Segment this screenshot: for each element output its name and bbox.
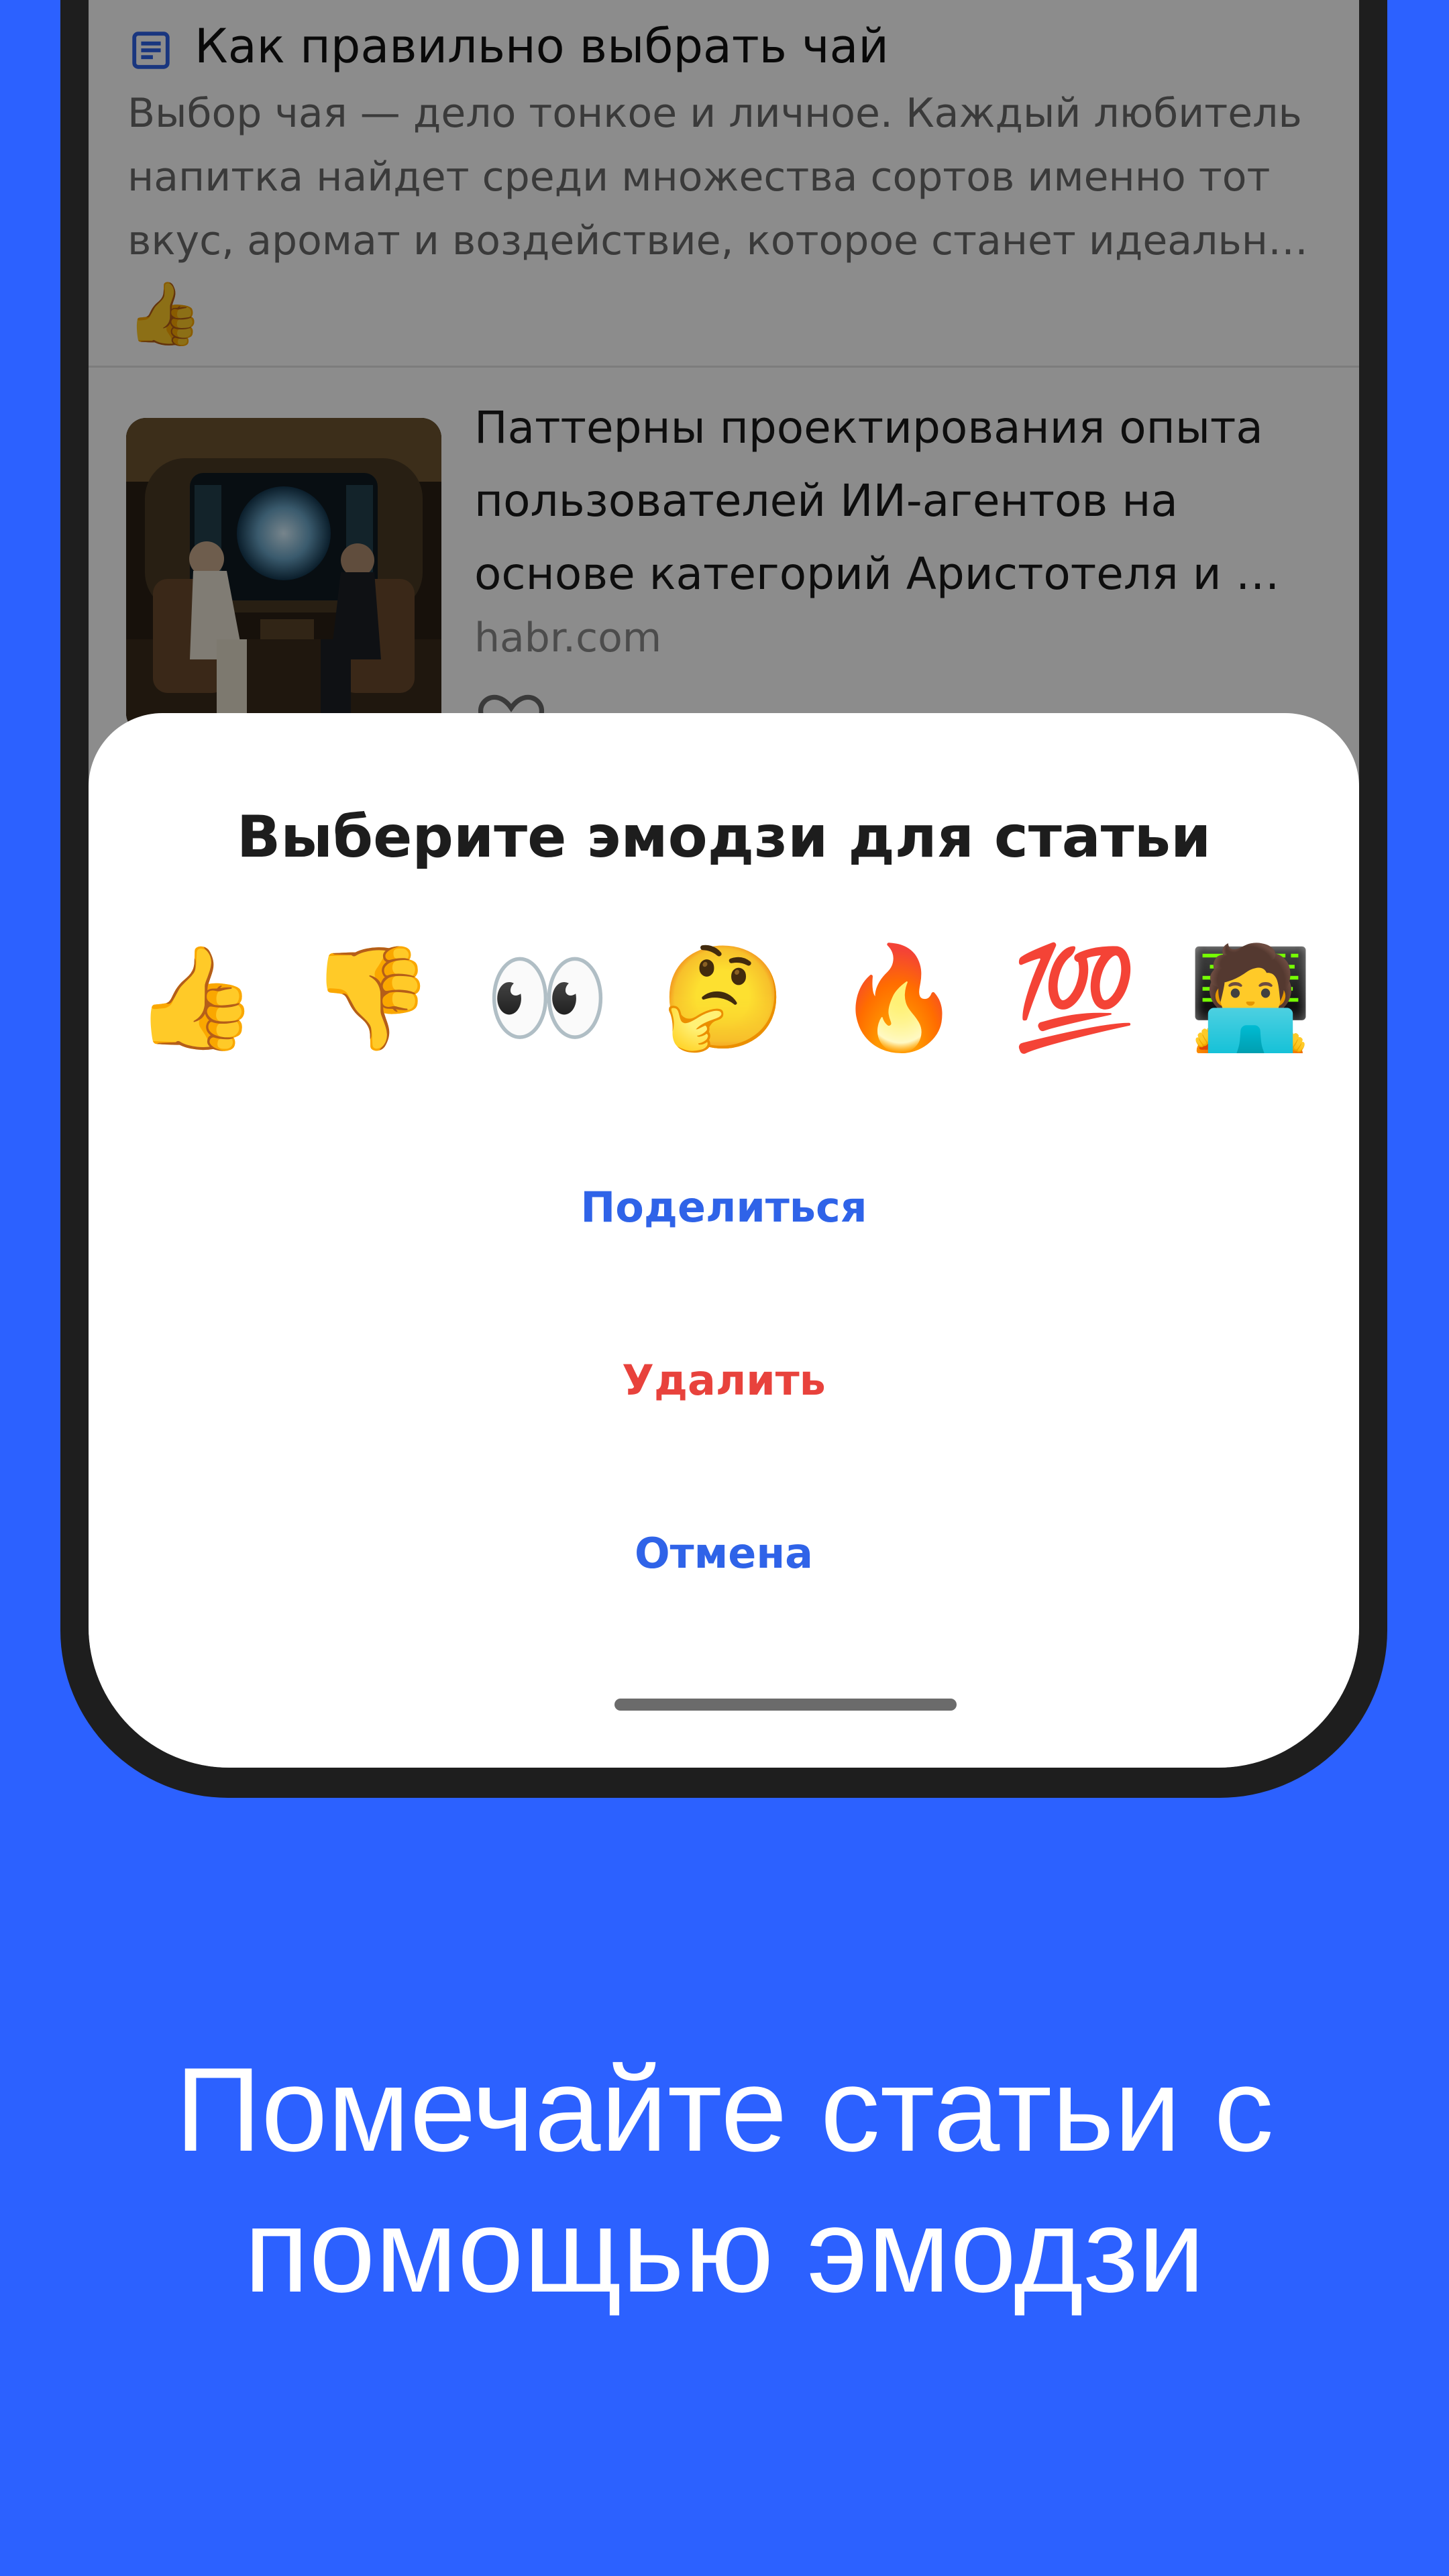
phone-screen: Как правильно выбрать чай Выбор чая — де…	[89, 0, 1359, 1768]
emoji-thumbs-up-button[interactable]: 👍	[129, 934, 263, 1062]
share-button[interactable]: Поделиться	[89, 1183, 1359, 1232]
cancel-button[interactable]: Отмена	[89, 1529, 1359, 1578]
emoji-technologist-button[interactable]: 🧑‍💻	[1183, 934, 1318, 1062]
emoji-hundred-button[interactable]: 💯	[1008, 934, 1142, 1062]
sheet-title: Выберите эмодзи для статьи	[236, 804, 1212, 871]
home-indicator[interactable]	[614, 1699, 957, 1711]
phone-frame: Как правильно выбрать чай Выбор чая — де…	[60, 0, 1387, 1798]
caption-line-1: Помечайте статьи с	[175, 2043, 1274, 2176]
emoji-eyes-button[interactable]: 👀	[480, 934, 614, 1062]
emoji-fire-button[interactable]: 🔥	[832, 934, 966, 1062]
caption-line-2: помощью эмодзи	[244, 2184, 1205, 2317]
emoji-thumbs-down-button[interactable]: 👎	[305, 934, 439, 1062]
emoji-thinking-button[interactable]: 🤔	[656, 934, 790, 1062]
emoji-picker-row: 👍 👎 👀 🤔 🔥 💯 🧑‍💻	[129, 934, 1323, 1062]
promo-caption: Помечайте статьи с помощью эмодзи	[0, 2039, 1449, 2321]
emoji-bottom-sheet: Выберите эмодзи для статьи 👍 👎 👀 🤔 🔥 💯 🧑…	[89, 713, 1359, 1768]
delete-button[interactable]: Удалить	[89, 1356, 1359, 1405]
